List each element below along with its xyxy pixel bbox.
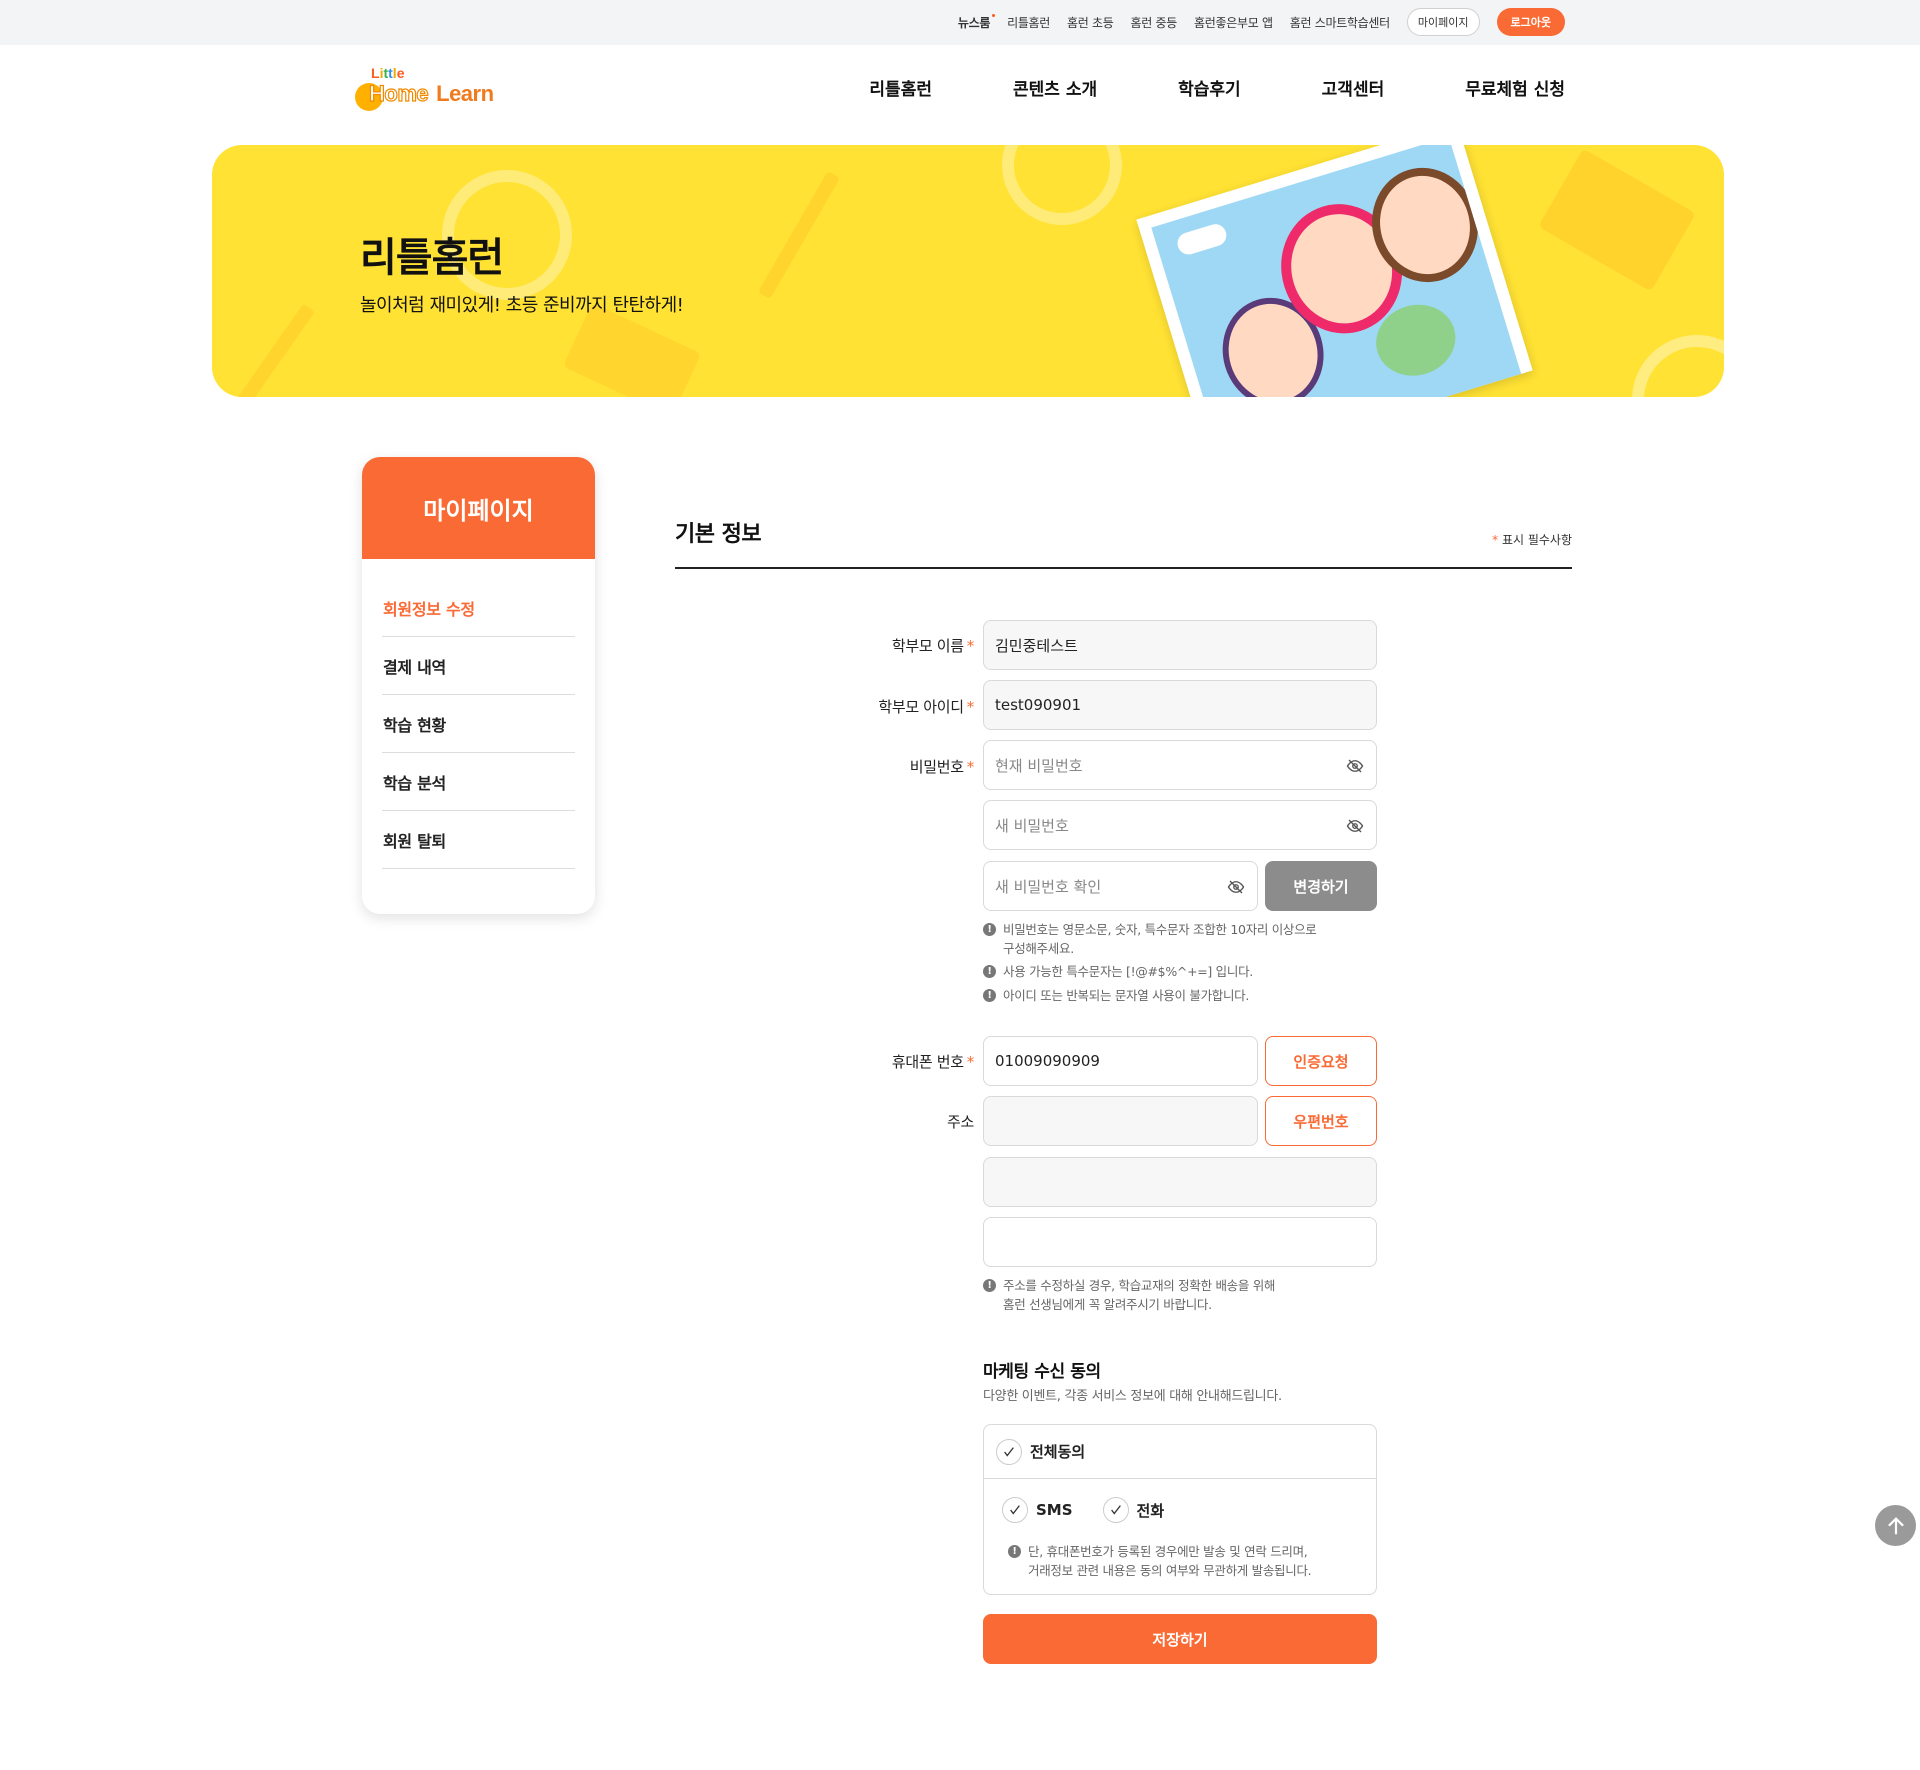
main-nav: 리틀홈런 콘텐츠 소개 학습후기 고객센터 무료체험 신청 — [869, 75, 1565, 100]
hero-title: 리틀홈런 — [360, 235, 504, 281]
main-header: Little Home Learn 리틀홈런 콘텐츠 소개 학습후기 고객센터 무… — [0, 45, 1920, 145]
sidebar-item-withdraw[interactable]: 회원 탈퇴 — [382, 811, 575, 869]
check-icon — [996, 1438, 1022, 1465]
marketing-subtitle: 다양한 이벤트, 각종 서비스 정보에 대해 안내해드립니다. — [983, 1389, 1282, 1404]
sidebar-item-edit-member-info[interactable]: 회원정보 수정 — [382, 579, 575, 637]
password-label: 비밀번호 * — [909, 758, 975, 776]
nav-item-customer-center[interactable]: 고객센터 — [1322, 75, 1385, 100]
info-icon: ! — [983, 923, 996, 936]
confirm-password-input[interactable]: 새 비밀번호 확인 — [983, 861, 1258, 911]
parent-name-field[interactable]: 김민중테스트 — [983, 620, 1377, 670]
zipcode-button[interactable]: 우편번호 — [1265, 1096, 1377, 1146]
save-button[interactable]: 저장하기 — [983, 1614, 1377, 1664]
agree-all-checkbox[interactable]: 전체동의 — [984, 1425, 1376, 1479]
sidebar-item-learning-status[interactable]: 학습 현황 — [382, 695, 575, 753]
section-divider — [675, 567, 1572, 569]
info-icon: ! — [983, 1279, 996, 1292]
hero-banner: 리틀홈런 놀이처럼 재미있게! 초등 준비까지 탄탄하게! — [212, 145, 1724, 397]
scroll-to-top-button[interactable] — [1875, 1505, 1916, 1546]
address-line1-field[interactable] — [983, 1157, 1377, 1207]
mypage-button[interactable]: 마이페이지 — [1406, 8, 1480, 36]
marketing-title: 마케팅 수신 동의 — [983, 1362, 1101, 1382]
parent-id-label: 학부모 아이디 * — [878, 698, 974, 716]
verify-request-button[interactable]: 인증요청 — [1265, 1036, 1377, 1086]
current-password-input[interactable]: 현재 비밀번호 — [983, 740, 1377, 790]
zipcode-field[interactable] — [983, 1096, 1258, 1146]
nav-item-reviews[interactable]: 학습후기 — [1178, 75, 1241, 100]
eye-hidden-icon[interactable] — [1346, 757, 1364, 775]
required-note: * 표시 필수사항 — [1492, 533, 1572, 547]
phone-call-checkbox[interactable]: 전화 — [1102, 1497, 1164, 1523]
mypage-sidebar: 마이페이지 회원정보 수정 결제 내역 학습 현황 학습 분석 회원 탈퇴 — [362, 457, 595, 914]
arrow-up-icon — [1887, 1516, 1904, 1534]
utility-bar: 뉴스룸 리틀홈런 홈런 초등 홈런 중등 홈런좋은부모 앱 홈런 스마트학습센터… — [0, 0, 1920, 45]
info-icon: ! — [983, 989, 996, 1002]
check-icon — [1002, 1497, 1028, 1523]
parent-id-field[interactable]: test090901 — [983, 680, 1377, 730]
topbar-link-parent-app[interactable]: 홈런좋은부모 앱 — [1194, 14, 1273, 31]
topbar-link-little-homelearn[interactable]: 리틀홈런 — [1007, 14, 1050, 31]
logo-wordmark: Home Learn — [368, 80, 494, 106]
pencil-decoration — [223, 303, 315, 397]
nav-item-little-homelearn[interactable]: 리틀홈런 — [869, 75, 932, 100]
address-detail-input[interactable] — [983, 1217, 1377, 1267]
section-title: 기본 정보 — [675, 522, 762, 547]
marketing-note: ! 단, 휴대폰번호가 등록된 경우에만 발송 및 연락 드리며, 거래정보 관련 … — [1008, 1542, 1312, 1580]
hero-subtitle: 놀이처럼 재미있게! 초등 준비까지 탄탄하게! — [360, 295, 684, 316]
nav-item-contents[interactable]: 콘텐츠 소개 — [1013, 75, 1097, 100]
pencil-decoration — [757, 170, 841, 300]
sidebar-item-learning-analysis[interactable]: 학습 분석 — [382, 753, 575, 811]
character-photo-illustration — [1136, 145, 1533, 397]
phone-input[interactable]: 01009090909 — [983, 1036, 1258, 1086]
new-password-input[interactable]: 새 비밀번호 — [983, 800, 1377, 850]
password-hint: ! 사용 가능한 특수문자는 [!@#$%^+=] 입니다. — [983, 962, 1253, 981]
logout-button[interactable]: 로그아웃 — [1496, 8, 1565, 36]
book-decoration — [562, 302, 702, 397]
topbar-link-elementary[interactable]: 홈런 초등 — [1067, 14, 1114, 31]
eye-hidden-icon[interactable] — [1346, 817, 1364, 835]
info-icon: ! — [983, 965, 996, 978]
address-hint: ! 주소를 수정하실 경우, 학습교재의 정확한 배송을 위해 홈런 선생님에게 꼭… — [983, 1276, 1275, 1314]
sidebar-title: 마이페이지 — [362, 457, 595, 559]
password-hint: ! 비밀번호는 영문소문, 숫자, 특수문자 조합한 10자리 이상으로 구성해주세… — [983, 920, 1317, 958]
info-icon: ! — [1008, 1545, 1021, 1558]
topbar-link-middle[interactable]: 홈런 중등 — [1131, 14, 1178, 31]
change-password-button[interactable]: 변경하기 — [1265, 861, 1377, 911]
book-decoration — [1538, 148, 1696, 292]
magnifier-decoration — [1002, 145, 1122, 225]
address-label: 주소 — [946, 1113, 974, 1131]
little-homelearn-logo[interactable]: Little Home Learn — [355, 63, 525, 111]
topbar-link-newsroom[interactable]: 뉴스룸 — [958, 13, 996, 31]
password-hint: ! 아이디 또는 반복되는 문자열 사용이 불가합니다. — [983, 986, 1249, 1005]
phone-label: 휴대폰 번호 * — [891, 1053, 974, 1071]
nav-item-free-trial[interactable]: 무료체험 신청 — [1465, 75, 1565, 100]
topbar-link-smart-center[interactable]: 홈런 스마트학습센터 — [1290, 14, 1390, 31]
marketing-consent-box: 전체동의 SMS 전화 ! 단, 휴대폰번호가 등록된 경우에만 발송 및 연락 … — [983, 1424, 1377, 1595]
check-icon — [1102, 1497, 1129, 1523]
sms-checkbox[interactable]: SMS — [1002, 1497, 1073, 1523]
sidebar-item-payment-history[interactable]: 결제 내역 — [382, 637, 575, 695]
parent-name-label: 학부모 이름 * — [891, 637, 974, 655]
logo-little-text: Little — [371, 65, 405, 81]
magnifier-decoration — [1632, 335, 1724, 397]
eye-hidden-icon[interactable] — [1227, 878, 1245, 896]
